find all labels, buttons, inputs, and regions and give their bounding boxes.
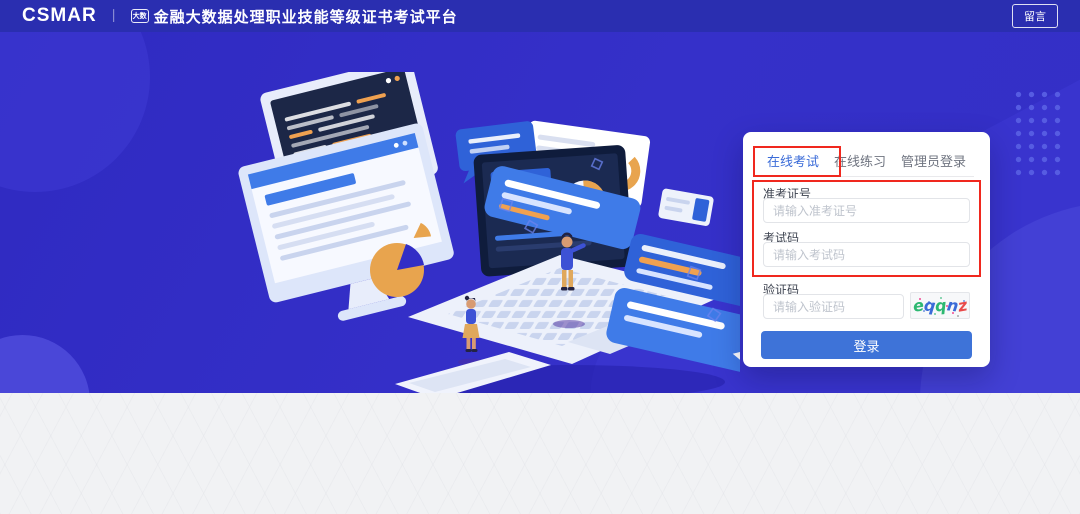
bottom-section: 通知公告 / Notice 查看全部 ≫ 11111 【2021-11-03 1… [0,393,1080,514]
top-header: CSMAR 丨 大数 金融大数据处理职业技能等级证书考试平台 留言 [0,0,1080,32]
platform-title: 金融大数据处理职业技能等级证书考试平台 [154,6,458,27]
login-tabs: 在线考试 在线练习 管理员登录 [759,151,974,177]
login-card: 在线考试 在线练习 管理员登录 准考证号 考试码 验证码 e q q n z 登… [743,132,990,367]
platform-badge-icon: 大数 [131,9,149,23]
logo-divider: 丨 [107,6,121,26]
message-button[interactable]: 留言 [1012,4,1058,28]
hero-banner: 在线考试 在线练习 管理员登录 准考证号 考试码 验证码 e q q n z 登… [0,32,1080,393]
tab-online-practice[interactable]: 在线练习 [834,151,886,176]
captcha-input[interactable] [763,294,904,319]
tab-online-exam[interactable]: 在线考试 [767,151,819,176]
decor-blob-bottomleft [0,335,90,393]
captcha-image[interactable]: e q q n z [910,292,970,319]
card-tag [658,188,714,227]
exam-code-input[interactable] [763,242,970,267]
login-button[interactable]: 登录 [761,331,972,359]
csmar-logo: CSMAR [22,5,97,27]
captcha-char: z [957,297,969,314]
decor-blob-topleft [0,32,150,192]
admission-number-input[interactable] [763,198,970,223]
hero-illustration [165,72,740,393]
decor-dots-grid [1012,88,1065,180]
tab-admin-login[interactable]: 管理员登录 [901,151,966,176]
